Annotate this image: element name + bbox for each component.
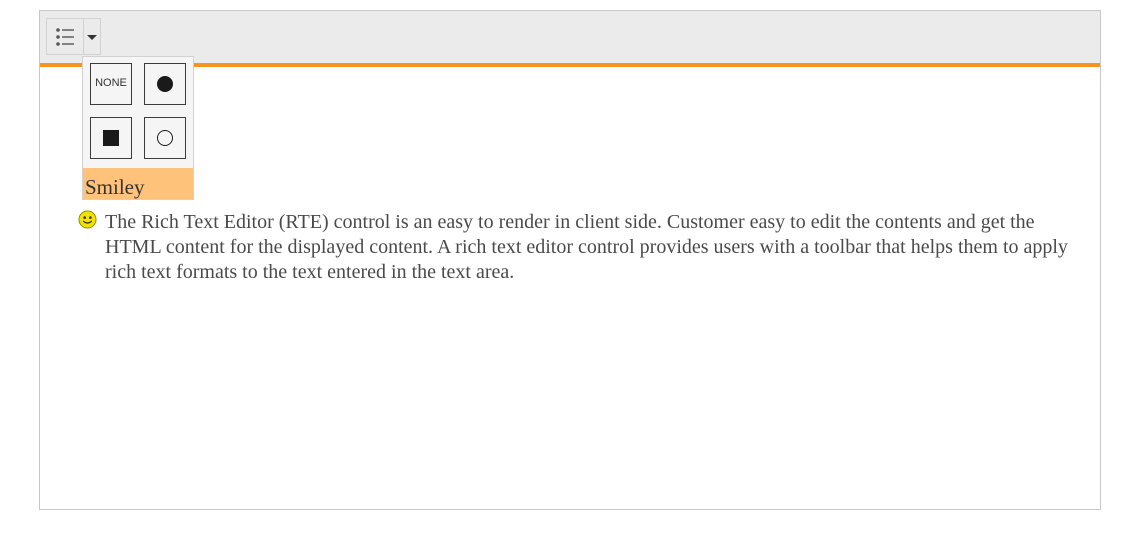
caret-down-icon[interactable] xyxy=(87,35,97,40)
filled-square-icon xyxy=(103,130,119,146)
smiley-icon xyxy=(78,210,97,229)
list-style-dropdown: NONE Smiley xyxy=(82,56,194,200)
editor-toolbar xyxy=(40,11,1100,67)
none-label: NONE xyxy=(95,77,127,89)
editor-content-text[interactable]: The Rich Text Editor (RTE) control is an… xyxy=(105,210,1090,285)
unordered-list-icon xyxy=(56,28,74,46)
list-style-square-option[interactable] xyxy=(90,117,132,159)
filled-circle-icon xyxy=(157,76,173,92)
hollow-circle-icon xyxy=(157,130,173,146)
list-style-disc-option[interactable] xyxy=(144,63,186,105)
list-style-smiley-option[interactable]: Smiley xyxy=(83,168,193,199)
unordered-list-button[interactable] xyxy=(46,18,101,55)
list-style-none-option[interactable]: NONE xyxy=(90,63,132,105)
button-divider xyxy=(83,19,84,54)
list-style-circle-option[interactable] xyxy=(144,117,186,159)
